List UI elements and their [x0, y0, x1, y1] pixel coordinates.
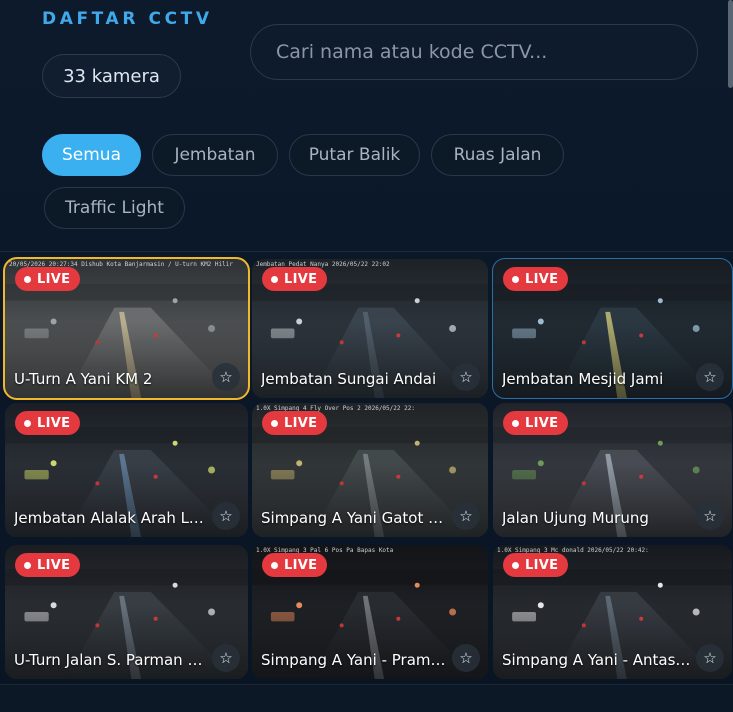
live-dot-icon	[512, 419, 519, 427]
live-label: LIVE	[37, 271, 71, 287]
camera-name: Jembatan Sungai Andai	[261, 370, 437, 388]
camera-card[interactable]: 1.0X Simpang 3 Pal 6 Pos Pa Bapas Kota L…	[252, 545, 488, 679]
live-badge: LIVE	[503, 411, 569, 435]
camera-name: Jembatan Alalak Arah Luar	[14, 509, 208, 527]
live-label: LIVE	[284, 415, 318, 431]
camera-card[interactable]: LIVE Jalan Ujung Murung ☆	[493, 403, 732, 537]
live-dot-icon	[271, 275, 278, 283]
live-label: LIVE	[284, 271, 318, 287]
filter-chip-traffic-light[interactable]: Traffic Light	[44, 187, 185, 229]
camera-card[interactable]: 20/05/2026 20:27:34 Dishub Kota Banjarma…	[3, 257, 250, 400]
live-badge: LIVE	[15, 553, 81, 577]
favorite-star-icon[interactable]: ☆	[696, 644, 724, 672]
favorite-star-icon[interactable]: ☆	[212, 644, 240, 672]
live-badge: LIVE	[262, 411, 328, 435]
camera-card[interactable]: LIVE Jembatan Alalak Arah Luar ☆	[5, 403, 248, 537]
live-label: LIVE	[525, 271, 559, 287]
favorite-star-icon[interactable]: ☆	[452, 644, 480, 672]
camera-card[interactable]: Jembatan Pedat Nanya 2026/05/22 22:02 LI…	[252, 259, 488, 398]
search-input[interactable]	[276, 41, 697, 63]
filter-chip-semua[interactable]: Semua	[42, 134, 141, 176]
live-badge: LIVE	[15, 267, 81, 291]
favorite-star-icon[interactable]: ☆	[212, 502, 240, 530]
live-label: LIVE	[525, 415, 559, 431]
camera-name: Simpang A Yani Gatot / Fly Over	[261, 509, 448, 527]
live-badge: LIVE	[503, 267, 569, 291]
camera-name: Jembatan Mesjid Jami	[502, 370, 664, 388]
live-badge: LIVE	[262, 553, 328, 577]
filter-chip-putar-balik[interactable]: Putar Balik	[289, 134, 420, 176]
live-label: LIVE	[37, 415, 71, 431]
favorite-star-icon[interactable]: ☆	[696, 363, 724, 391]
live-dot-icon	[24, 561, 31, 569]
live-dot-icon	[512, 275, 519, 283]
live-badge: LIVE	[262, 267, 328, 291]
filter-chip-jembatan[interactable]: Jembatan	[152, 134, 278, 176]
filter-chip-ruas-jalan[interactable]: Ruas Jalan	[431, 134, 564, 176]
favorite-star-icon[interactable]: ☆	[212, 363, 240, 391]
live-dot-icon	[24, 275, 31, 283]
favorite-star-icon[interactable]: ☆	[696, 502, 724, 530]
live-label: LIVE	[37, 557, 71, 573]
live-dot-icon	[512, 561, 519, 569]
favorite-star-icon[interactable]: ☆	[452, 502, 480, 530]
camera-name: Simpang A Yani - Pramuka Km 6	[261, 651, 448, 669]
camera-card[interactable]: LIVE U-Turn Jalan S. Parman Arah ☆	[5, 545, 248, 679]
camera-name: U-Turn A Yani KM 2	[14, 370, 153, 388]
live-label: LIVE	[284, 557, 318, 573]
favorite-star-icon[interactable]: ☆	[452, 363, 480, 391]
camera-name: Simpang A Yani - Antasari Km 1	[502, 651, 692, 669]
camera-name: U-Turn Jalan S. Parman Arah	[14, 651, 208, 669]
live-dot-icon	[24, 419, 31, 427]
live-badge: LIVE	[15, 411, 81, 435]
camera-name: Jalan Ujung Murung	[502, 509, 649, 527]
live-badge: LIVE	[503, 553, 569, 577]
camera-card[interactable]: 1.0X Simpang 4 Fly Over Pos 2 2026/05/22…	[252, 403, 488, 537]
camera-count-badge: 33 kamera	[42, 54, 181, 98]
section-divider	[0, 251, 733, 252]
page-title: DAFTAR CCTV	[42, 9, 213, 29]
bottom-bar	[0, 684, 733, 712]
camera-card[interactable]: 1.0X Simpang 3 Mc donald 2026/05/22 20:4…	[493, 545, 732, 679]
camera-card[interactable]: LIVE Jembatan Mesjid Jami ☆	[492, 258, 733, 399]
live-dot-icon	[271, 419, 278, 427]
search-bar[interactable]	[250, 24, 698, 80]
live-dot-icon	[271, 561, 278, 569]
scrollbar-thumb[interactable]	[728, 0, 733, 88]
live-label: LIVE	[525, 557, 559, 573]
